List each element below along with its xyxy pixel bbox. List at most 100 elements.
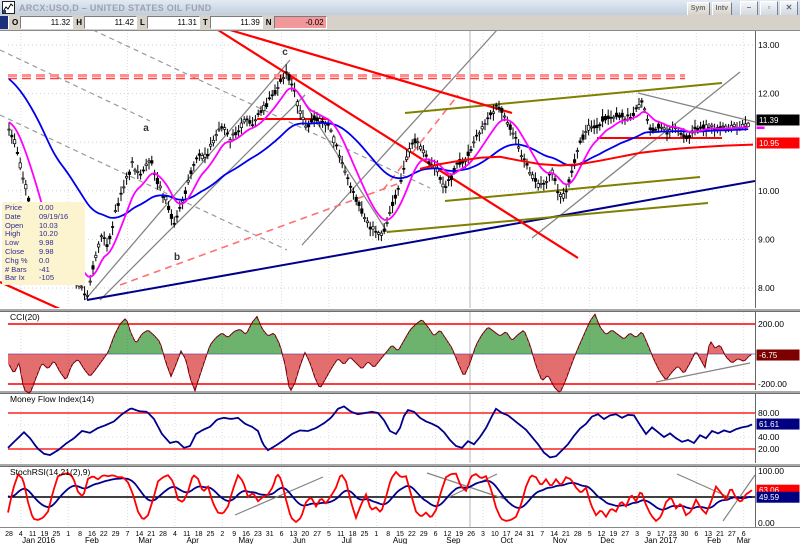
svg-text:20.00: 20.00: [758, 444, 780, 454]
quote-value: -0.02: [273, 16, 327, 29]
svg-text:13.00: 13.00: [758, 40, 780, 50]
svg-text:Dec: Dec: [600, 536, 614, 544]
svg-text:Mar: Mar: [138, 536, 152, 544]
qcharts-window: a b c 13.00 12.00 10.00 9.00 8.00 11.39 10.95 CCI(…: [0, 0, 800, 544]
svg-text:7: 7: [126, 531, 130, 538]
svg-text:9.00: 9.00: [758, 234, 775, 244]
svg-text:6: 6: [280, 531, 284, 538]
svg-text:Aug: Aug: [393, 536, 407, 544]
svg-text:b: b: [174, 252, 180, 263]
svg-text:1: 1: [66, 531, 70, 538]
svg-text:22: 22: [408, 531, 416, 538]
svg-text:6: 6: [434, 531, 438, 538]
svg-text:10.95: 10.95: [759, 139, 780, 148]
chart-app-icon: [2, 1, 15, 14]
data-window: Price 0.00 Date 09/19/16 Open 10.03 High 10.20 L…: [2, 202, 85, 286]
svg-text:11.39: 11.39: [759, 116, 779, 125]
sym-button[interactable]: Sym: [686, 1, 710, 16]
svg-text:6: 6: [694, 531, 698, 538]
quote-field-l: L 11.31: [140, 16, 200, 29]
svg-text:-200.00: -200.00: [758, 379, 787, 389]
svg-text:12.00: 12.00: [758, 89, 780, 99]
svg-text:Oct: Oct: [500, 536, 513, 544]
svg-text:Feb: Feb: [85, 536, 99, 544]
data-window-key: Bar Ix: [5, 273, 25, 283]
close-button[interactable]: ✕: [780, 1, 798, 16]
svg-text:25: 25: [361, 531, 369, 538]
svg-text:Mar: Mar: [737, 536, 751, 544]
svg-text:5: 5: [327, 531, 331, 538]
svg-text:100.00: 100.00: [758, 466, 784, 476]
svg-text:28: 28: [159, 531, 167, 538]
svg-text:4: 4: [173, 531, 177, 538]
svg-text:8.00: 8.00: [758, 283, 775, 293]
svg-text:27: 27: [313, 531, 321, 538]
svg-text:0.00: 0.00: [758, 518, 775, 528]
svg-text:23: 23: [254, 531, 262, 538]
svg-text:28: 28: [574, 531, 582, 538]
svg-text:a: a: [143, 123, 149, 134]
svg-text:31: 31: [266, 531, 274, 538]
svg-text:10.00: 10.00: [758, 186, 780, 196]
quote-label: T: [202, 18, 208, 27]
quote-value: 11.39: [209, 16, 263, 29]
quote-label: H: [76, 18, 83, 27]
svg-text:27: 27: [621, 531, 629, 538]
quote-value: 11.32: [20, 16, 74, 29]
title-bar: ARCX:USO,D – UNITED STATES OIL FUND Sym …: [0, 0, 800, 16]
svg-text:5: 5: [588, 531, 592, 538]
svg-text:May: May: [238, 536, 253, 544]
svg-text:9: 9: [232, 531, 236, 538]
quote-value: 11.31: [146, 16, 200, 29]
svg-text:29: 29: [112, 531, 120, 538]
svg-text:26: 26: [467, 531, 475, 538]
svg-text:3: 3: [481, 531, 485, 538]
svg-text:2: 2: [220, 531, 224, 538]
quote-bar: O 11.32 H 11.42 L 11.31 T 11.39 N -0.02: [0, 15, 800, 31]
svg-text:-6.75: -6.75: [759, 351, 778, 360]
quote-field-h: H 11.42: [76, 16, 138, 29]
svg-text:61.61: 61.61: [759, 420, 780, 429]
svg-text:3: 3: [635, 531, 639, 538]
quote-field-t: T 11.39: [203, 16, 263, 29]
svg-text:1: 1: [374, 531, 378, 538]
svg-text:29: 29: [420, 531, 428, 538]
svg-text:7: 7: [540, 531, 544, 538]
svg-text:49.59: 49.59: [759, 493, 780, 502]
drag-grip[interactable]: [0, 16, 9, 29]
quote-label: O: [12, 18, 19, 27]
svg-text:28: 28: [5, 531, 13, 538]
quote-field-o: O 11.32: [12, 16, 74, 29]
svg-text:CCI(20): CCI(20): [10, 312, 40, 322]
svg-text:c: c: [282, 47, 288, 58]
quote-value: 11.42: [84, 16, 138, 29]
svg-text:Jan 2017: Jan 2017: [644, 536, 677, 544]
svg-text:8: 8: [386, 531, 390, 538]
svg-text:8: 8: [78, 531, 82, 538]
svg-text:80.00: 80.00: [758, 408, 780, 418]
svg-text:40.00: 40.00: [758, 432, 780, 442]
intv-button[interactable]: Intv: [711, 1, 732, 16]
svg-text:24: 24: [515, 531, 523, 538]
window-title: ARCX:USO,D – UNITED STATES OIL FUND: [19, 2, 212, 13]
svg-text:Apr: Apr: [186, 536, 199, 544]
data-window-row: Bar Ix -105: [5, 274, 85, 283]
svg-text:Sep: Sep: [446, 536, 461, 544]
quote-label: L: [140, 18, 145, 27]
svg-text:25: 25: [207, 531, 215, 538]
svg-text:22: 22: [100, 531, 108, 538]
quote-field-n: N -0.02: [266, 16, 327, 29]
minimize-button[interactable]: –: [740, 1, 758, 16]
svg-text:StochRSI(14,21(2),9): StochRSI(14,21(2),9): [10, 467, 90, 477]
svg-text:Money Flow Index(14): Money Flow Index(14): [10, 394, 94, 404]
svg-text:31: 31: [527, 531, 535, 538]
svg-text:10: 10: [491, 531, 499, 538]
svg-text:200.00: 200.00: [758, 319, 784, 329]
svg-text:27: 27: [728, 531, 736, 538]
data-window-value: -105: [39, 273, 55, 283]
svg-text:Feb: Feb: [707, 536, 721, 544]
chart-canvas[interactable]: abc13.0012.0010.009.008.0011.3910.95CCI(…: [0, 0, 800, 544]
svg-text:Jan 2016: Jan 2016: [22, 536, 55, 544]
maximize-button[interactable]: ▫: [760, 1, 778, 16]
svg-text:Nov: Nov: [553, 536, 567, 544]
